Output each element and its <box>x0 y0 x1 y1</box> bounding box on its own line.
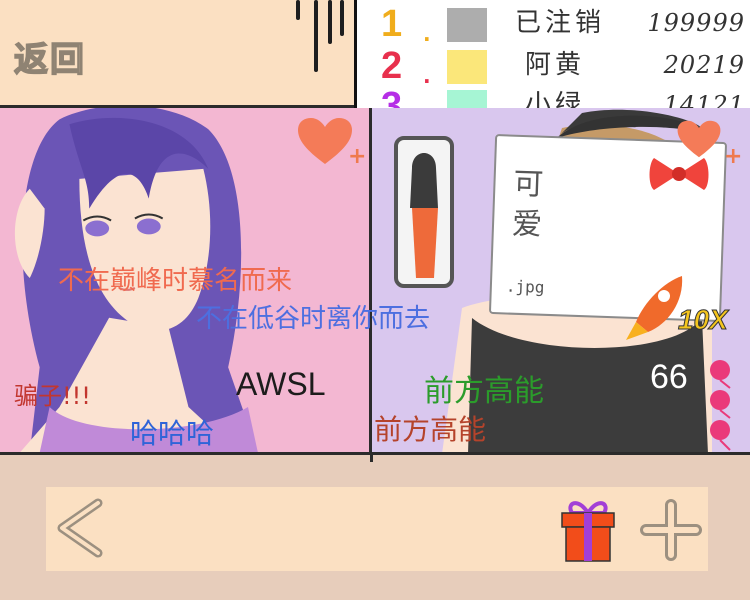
balloon-icon <box>710 360 731 451</box>
photo-extension: .jpg <box>505 276 545 297</box>
panel-divider <box>0 452 750 455</box>
rank-dot: . <box>423 22 431 46</box>
rank-dot: . <box>423 64 431 88</box>
danmaku-comment: 不在低谷时离你而去 <box>196 304 431 334</box>
heart-icon[interactable] <box>676 118 722 160</box>
multiplier-badge: 10X <box>678 304 729 336</box>
back-button-label: 返回 <box>13 39 86 81</box>
photo-caption: 可 <box>512 166 545 203</box>
danmaku-comment: 骗子!!! <box>14 382 91 410</box>
danmaku-comment: 哈哈哈 <box>130 417 215 450</box>
danmaku-comment: 不在巅峰时慕名而来 <box>58 266 293 296</box>
chevron-left-icon[interactable] <box>52 497 108 559</box>
user-name: 阿黄 <box>525 50 586 80</box>
user-color-swatch <box>447 8 487 42</box>
plus-icon[interactable]: + <box>348 144 366 169</box>
leaderboard-row[interactable]: 2 . 阿黄 20219 <box>357 45 750 88</box>
stream-panel-left[interactable]: + 不在巅峰时慕名而来 骗子!!! AWSL 哈哈哈 <box>0 108 372 454</box>
panel-divider <box>370 452 373 462</box>
danmaku-comment: 前方高能 <box>374 413 487 446</box>
user-color-swatch <box>447 50 487 84</box>
leaderboard-row[interactable]: 1 . 已注销 199999 <box>357 3 750 46</box>
user-score: 20219 <box>663 51 745 79</box>
danmaku-comment: AWSL <box>236 366 326 402</box>
bottom-bar <box>46 487 708 571</box>
danmaku-comment: 前方高能 <box>424 374 544 409</box>
rank-number: 2 <box>381 45 403 87</box>
gift-count: 66 <box>650 358 688 396</box>
heart-icon[interactable] <box>296 116 354 166</box>
stream-panel-right[interactable]: 可 爱 .jpg + 10X 66 前方高能 前方高能 <box>372 108 750 454</box>
back-button[interactable]: 返回 <box>13 32 124 81</box>
user-score: 199999 <box>647 9 745 37</box>
decor-drip <box>314 0 318 72</box>
add-icon[interactable] <box>640 499 702 561</box>
decor-drip <box>296 0 300 20</box>
user-name: 已注销 <box>515 8 606 38</box>
decor-drip <box>340 0 344 36</box>
decor-drip <box>328 0 332 44</box>
plus-icon[interactable]: + <box>724 144 742 169</box>
rank-number: 1 <box>381 3 403 45</box>
photo-caption: 爱 <box>511 206 543 243</box>
gift-icon[interactable] <box>558 497 618 565</box>
